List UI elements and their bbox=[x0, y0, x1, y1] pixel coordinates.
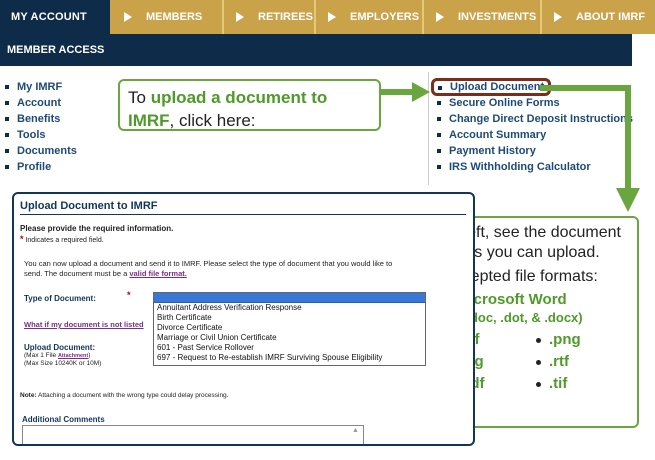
selected-option[interactable] bbox=[154, 293, 425, 303]
format-label: .rtf bbox=[549, 353, 569, 370]
option-item[interactable]: Birth Certificate bbox=[154, 313, 425, 323]
format-item: .tif bbox=[536, 375, 628, 393]
note-text: Note: Attaching a document with the wron… bbox=[20, 392, 228, 399]
upload-label: Upload Document: bbox=[24, 343, 96, 352]
format-label: .tif bbox=[549, 375, 568, 392]
upload-form-panel: Upload Document to IMRF Please provide t… bbox=[12, 192, 475, 446]
format-item: .rtf bbox=[536, 353, 628, 371]
bullet-icon bbox=[536, 337, 541, 343]
intro-body: You can now upload a document and send i… bbox=[24, 259, 393, 278]
additional-comments-label: Additional Comments bbox=[22, 415, 105, 424]
option-item[interactable]: Annuitant Address Verification Response bbox=[154, 303, 425, 313]
scroll-up-icon[interactable]: ▲ bbox=[352, 427, 359, 434]
note-label: Note: bbox=[20, 392, 37, 399]
max-file-text: ) bbox=[88, 352, 91, 359]
option-item[interactable]: 601 - Past Service Rollover bbox=[154, 343, 425, 353]
option-item[interactable]: Divorce Certificate bbox=[154, 323, 425, 333]
bullet-icon bbox=[536, 359, 541, 365]
format-label: .png bbox=[549, 331, 581, 348]
format-ext: (.doc, .dot, & .docx) bbox=[462, 310, 583, 325]
note-body: Attaching a document with the wrong type… bbox=[36, 392, 229, 399]
option-item[interactable]: 697 - Request to Re-establish IMRF Survi… bbox=[154, 353, 425, 363]
intro-text: You can now upload a document and send i… bbox=[24, 259, 409, 279]
title-divider bbox=[20, 214, 466, 215]
bullet-icon bbox=[536, 381, 541, 387]
additional-comments-field[interactable] bbox=[22, 425, 364, 444]
max-size-note: (Max Size 10240K or 10M) bbox=[24, 360, 102, 367]
arrow-line bbox=[540, 85, 631, 190]
max-file-text: (Max 1 File bbox=[24, 352, 58, 359]
required-note-text: Indicates a required field. bbox=[25, 237, 104, 244]
option-item[interactable]: Marriage or Civil Union Certificate bbox=[154, 333, 425, 343]
form-title: Upload Document to IMRF bbox=[20, 200, 158, 212]
required-note: * Indicates a required field. bbox=[20, 234, 104, 244]
what-if-link-text: What if my document is not listed bbox=[24, 320, 144, 329]
what-if-link[interactable]: What if my document is not listed bbox=[24, 320, 144, 329]
arrow-head-icon bbox=[616, 188, 640, 212]
arrow-head-icon bbox=[412, 82, 430, 102]
type-required: * bbox=[127, 290, 131, 300]
required-asterisk-icon: * bbox=[20, 234, 24, 244]
max-file-note: (Max 1 File Attachment) bbox=[24, 352, 90, 359]
document-type-select[interactable]: Annuitant Address Verification Response … bbox=[153, 292, 426, 366]
page: MY ACCOUNT MEMBERS RETIREES EMPLOYERS IN… bbox=[0, 0, 655, 460]
required-asterisk-icon: * bbox=[127, 290, 131, 300]
attachment-link[interactable]: Attachment bbox=[58, 353, 88, 359]
provide-info-text: Please provide the required information. bbox=[20, 224, 174, 233]
valid-file-format-link[interactable]: valid file format. bbox=[129, 269, 187, 278]
format-item: .png bbox=[536, 331, 628, 349]
type-label: Type of Document: bbox=[24, 294, 96, 303]
